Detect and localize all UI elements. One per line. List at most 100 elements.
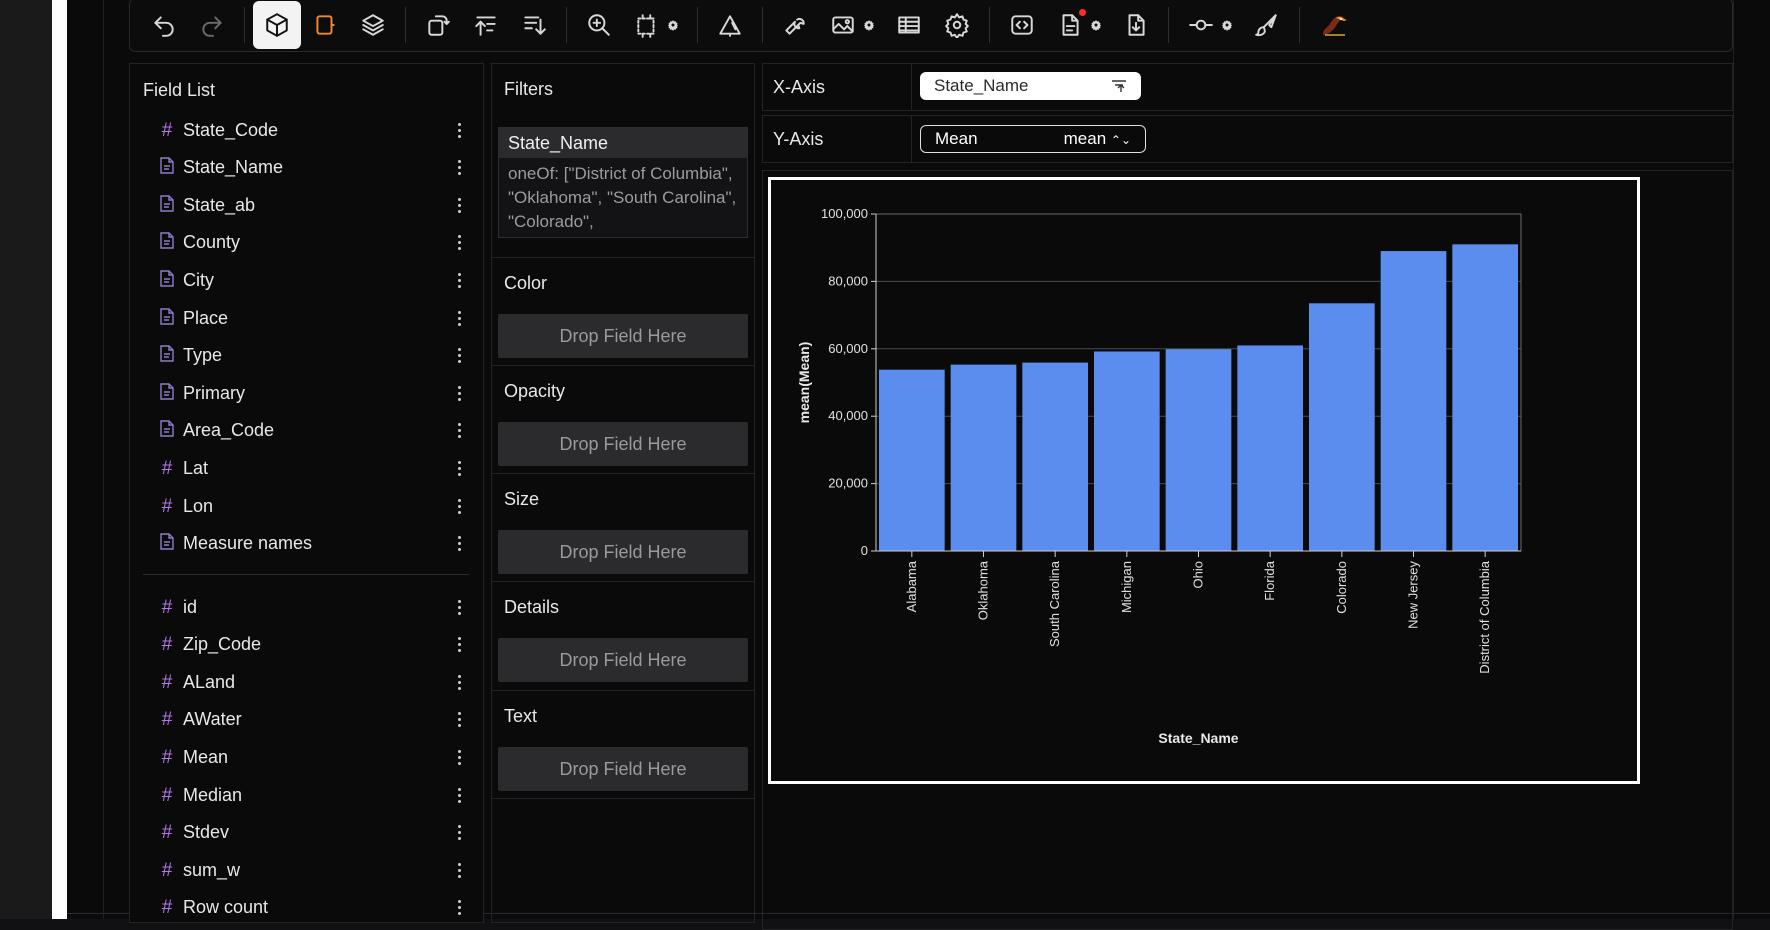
chevron-updown-icon: ⌃⌄: [1110, 133, 1131, 147]
image-settings-icon[interactable]: [859, 1, 879, 49]
more-vertical-icon[interactable]: [453, 306, 465, 330]
brush-select-icon[interactable]: [301, 1, 349, 49]
field-item-sum-w[interactable]: # sum_w: [157, 852, 461, 888]
field-item-lat[interactable]: # Lat: [157, 450, 461, 486]
settings-icon[interactable]: [933, 1, 981, 49]
code-icon[interactable]: [998, 1, 1046, 49]
number-type-icon: #: [161, 596, 173, 618]
number-type-icon: #: [161, 822, 173, 844]
more-vertical-icon[interactable]: [453, 268, 465, 292]
channel-color: Color Drop Field Here: [492, 258, 754, 366]
resize-settings-icon[interactable]: [663, 1, 683, 49]
more-vertical-icon[interactable]: [453, 745, 465, 769]
drop-zone[interactable]: Drop Field Here: [498, 314, 748, 358]
field-label: id: [183, 596, 198, 617]
field-item-mean[interactable]: # Mean: [157, 739, 461, 775]
notification-dot: [1079, 9, 1086, 16]
field-item-area-code[interactable]: Area_Code: [157, 413, 461, 449]
more-vertical-icon[interactable]: [453, 858, 465, 882]
more-vertical-icon[interactable]: [453, 344, 465, 368]
cube-icon[interactable]: [253, 1, 301, 49]
drop-zone[interactable]: Drop Field Here: [498, 638, 748, 682]
channel-title: Color: [504, 273, 548, 293]
more-vertical-icon[interactable]: [453, 633, 465, 657]
x-axis-field-name: State_Name: [934, 76, 1029, 95]
field-item-aland[interactable]: # ALand: [157, 664, 461, 700]
sort-icon[interactable]: [1111, 79, 1127, 93]
sort-ascending-icon[interactable]: [462, 1, 510, 49]
more-vertical-icon[interactable]: [453, 419, 465, 443]
channel-opacity: Opacity Drop Field Here: [492, 366, 754, 474]
redo-icon[interactable]: [188, 1, 236, 49]
more-vertical-icon[interactable]: [453, 821, 465, 845]
field-item-awater[interactable]: # AWater: [157, 702, 461, 738]
more-vertical-icon[interactable]: [453, 494, 465, 518]
transparency-icon[interactable]: [706, 1, 754, 49]
field-label: Zip_Code: [183, 634, 262, 655]
text-type-icon: [157, 420, 177, 441]
field-item-state-ab[interactable]: State_ab: [157, 187, 461, 223]
field-label: Lat: [183, 457, 209, 478]
field-label: City: [183, 269, 214, 290]
y-axis-field-pill[interactable]: Mean mean ⌃⌄: [920, 125, 1146, 153]
commit-settings-icon[interactable]: [1217, 1, 1237, 49]
field-item-measure-names[interactable]: Measure names: [157, 526, 461, 562]
rotate-icon[interactable]: [414, 1, 462, 49]
toolbar-divider: [762, 7, 763, 43]
paintbrush-icon[interactable]: [1243, 1, 1291, 49]
field-item-state-name[interactable]: State_Name: [157, 150, 461, 186]
more-vertical-icon[interactable]: [453, 193, 465, 217]
more-vertical-icon[interactable]: [453, 456, 465, 480]
document-icon[interactable]: [1046, 1, 1094, 49]
field-item-zip-code[interactable]: # Zip_Code: [157, 627, 461, 663]
field-item-type[interactable]: Type: [157, 338, 461, 374]
more-vertical-icon[interactable]: [453, 670, 465, 694]
field-item-id[interactable]: # id: [157, 589, 461, 625]
field-item-state-code[interactable]: # State_Code: [157, 112, 461, 148]
toolbar-divider: [566, 7, 567, 43]
drop-zone[interactable]: Drop Field Here: [498, 530, 748, 574]
bar: [1452, 244, 1518, 551]
number-type-icon: #: [161, 671, 173, 693]
field-item-lon[interactable]: # Lon: [157, 488, 461, 524]
field-item-county[interactable]: County: [157, 225, 461, 261]
channel-title: Opacity: [504, 381, 566, 401]
table-icon[interactable]: [885, 1, 933, 49]
more-vertical-icon[interactable]: [453, 708, 465, 732]
field-item-stdev[interactable]: # Stdev: [157, 815, 461, 851]
zoom-in-icon[interactable]: [575, 1, 623, 49]
layers-icon[interactable]: [349, 1, 397, 49]
wrench-icon[interactable]: [771, 1, 819, 49]
more-vertical-icon[interactable]: [453, 381, 465, 405]
field-item-primary[interactable]: Primary: [157, 375, 461, 411]
x-axis-field-pill[interactable]: State_Name: [920, 72, 1141, 100]
more-vertical-icon[interactable]: [453, 595, 465, 619]
field-label: County: [183, 232, 241, 253]
drop-zone[interactable]: Drop Field Here: [498, 747, 748, 791]
field-item-row-count[interactable]: # Row count: [157, 890, 461, 926]
text-type-icon: [157, 533, 177, 554]
more-vertical-icon[interactable]: [453, 118, 465, 142]
toolbar-divider: [697, 7, 698, 43]
undo-icon[interactable]: [140, 1, 188, 49]
download-icon[interactable]: [1112, 1, 1160, 49]
number-type-icon: #: [161, 634, 173, 656]
toolbar-divider: [1299, 7, 1300, 43]
more-vertical-icon[interactable]: [453, 532, 465, 556]
field-item-median[interactable]: # Median: [157, 777, 461, 813]
field-item-city[interactable]: City: [157, 262, 461, 298]
sort-descending-icon[interactable]: [510, 1, 558, 49]
filters-section: Filters State_Name oneOf: ["District of …: [492, 64, 754, 258]
field-list-panel: Field List # State_Code State_Name State_ab…: [129, 63, 484, 923]
more-vertical-icon[interactable]: [453, 231, 465, 255]
more-vertical-icon[interactable]: [453, 783, 465, 807]
channel-text: Text Drop Field Here: [492, 691, 754, 799]
filter-card-state-name[interactable]: State_Name oneOf: ["District of Columbia…: [498, 127, 748, 238]
field-item-place[interactable]: Place: [157, 300, 461, 336]
more-vertical-icon[interactable]: [453, 156, 465, 180]
filter-field-label: State_Name: [499, 128, 747, 158]
aggregation-select[interactable]: mean ⌃⌄: [1064, 129, 1131, 149]
toolbar-divider: [244, 7, 245, 43]
drop-zone[interactable]: Drop Field Here: [498, 422, 748, 466]
more-vertical-icon[interactable]: [453, 896, 465, 920]
